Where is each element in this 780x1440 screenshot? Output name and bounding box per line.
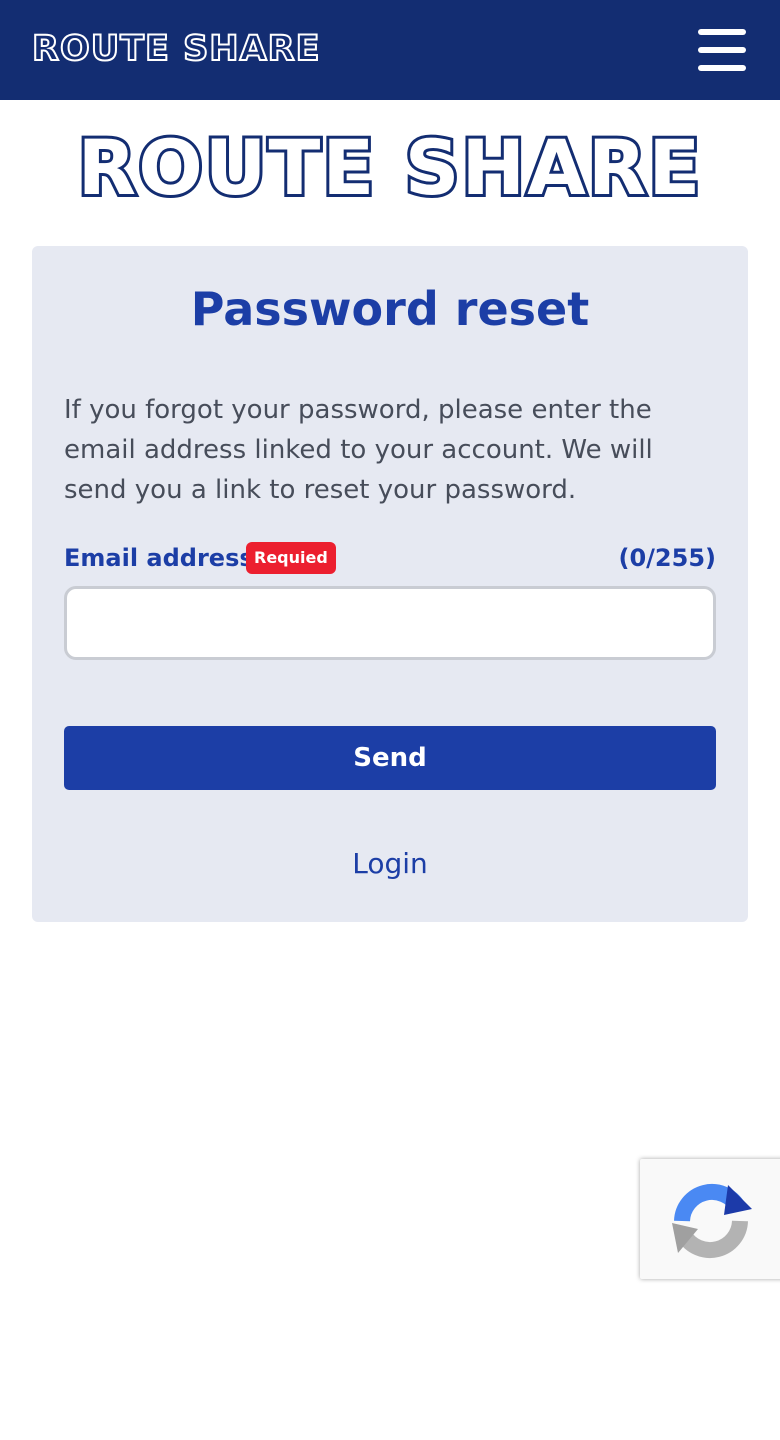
instructions-text: If you forgot your password, please ente… [64, 395, 653, 505]
top-navigation-bar: ROUTE SHARE [0, 0, 780, 100]
email-field-label: Email address [64, 544, 254, 572]
hamburger-menu-icon[interactable] [696, 26, 748, 74]
password-reset-card: Password reset If you forgot your passwo… [32, 246, 748, 922]
recaptcha-icon [672, 1183, 752, 1259]
character-counter: (0/255) [618, 544, 717, 572]
send-button[interactable]: Send [64, 726, 716, 790]
menu-bar-line [698, 65, 746, 71]
required-badge: Requied [246, 542, 336, 574]
menu-bar-line [698, 47, 746, 53]
page-title: Password reset [190, 282, 590, 336]
menu-bar-line [698, 29, 746, 35]
recaptcha-badge[interactable] [640, 1159, 780, 1279]
login-link[interactable]: Login [32, 844, 748, 884]
email-field[interactable] [64, 586, 716, 660]
header-brand-logo[interactable]: ROUTE SHARE [31, 26, 321, 72]
route-share-logo: ROUTE SHARE [75, 120, 704, 215]
